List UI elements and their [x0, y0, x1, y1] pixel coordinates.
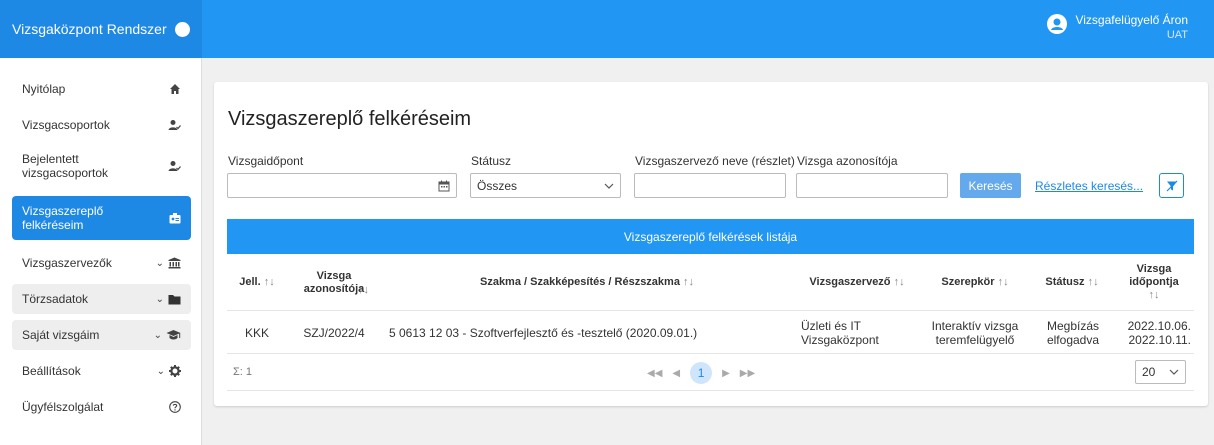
app-title: Vizsgaközpont Rendszer: [12, 21, 167, 37]
folder-icon: [168, 294, 181, 304]
status-filter-value: Összes: [477, 178, 518, 193]
user-menu[interactable]: Vizsgafelügyelő Áron UAT: [1047, 12, 1188, 42]
cell-exam-date: 2022.10.06. 2022.10.11.: [1117, 311, 1191, 354]
user-avatar-icon: [1047, 14, 1068, 34]
filter-clear-icon: [1166, 180, 1177, 191]
sidebar-item-label: Ügyfélszolgálat: [22, 400, 104, 414]
column-header-jell[interactable]: Jell. ↑↓: [227, 254, 287, 311]
id-badge-icon: [169, 213, 181, 224]
status-filter-select[interactable]: Összes: [470, 173, 621, 198]
exam-id-filter-label: Vizsga azonosítója: [797, 154, 898, 168]
exam-id-filter-input[interactable]: [796, 173, 948, 198]
gear-icon: [169, 365, 181, 377]
chevron-down-icon: ⌄: [156, 365, 165, 377]
sort-icon: ↑↓: [893, 276, 905, 288]
sidebar-item-label: Bejelentett vizsgacsoportok: [22, 152, 109, 180]
organizer-filter-input[interactable]: [634, 173, 786, 198]
column-header-role[interactable]: Szerepkör ↑↓: [927, 254, 1023, 311]
user-check-icon: [168, 161, 181, 171]
cell-exam-id: SZJ/2022/4: [303, 325, 365, 340]
detailed-search-link[interactable]: Részletes keresés...: [1035, 179, 1143, 193]
user-check-icon: [168, 120, 181, 130]
sort-icon: ↑↓: [1148, 289, 1160, 301]
page-size-select[interactable]: 20: [1135, 360, 1186, 384]
app-brand[interactable]: Vizsgaközpont Rendszer: [0, 0, 202, 58]
status-dot-icon: [174, 21, 190, 37]
chevron-down-icon: ⌄: [153, 329, 162, 341]
sidebar-item-announced-groups[interactable]: Bejelentett vizsgacsoportok: [12, 146, 191, 186]
home-icon: [170, 84, 180, 94]
first-page-icon[interactable]: ◀◀: [647, 368, 662, 379]
user-name: Vizsgafelügyelő Áron: [1075, 13, 1188, 27]
sidebar-item-label: Saját vizsgáim: [22, 328, 100, 342]
cell-status: Megbízás elfogadva: [1046, 318, 1100, 347]
table-title: Vizsgaszereplő felkérések listája: [623, 229, 798, 244]
table-row[interactable]: KKK SZJ/2022/4 5 0613 12 03 - Szoftverfe…: [227, 311, 1194, 354]
date-to: 2022.10.11.: [1128, 332, 1191, 347]
sidebar-item-my-exams[interactable]: Saját vizsgáim ⌄: [12, 320, 191, 350]
chevron-down-icon: ⌄: [155, 257, 164, 269]
institution-icon: [168, 257, 181, 269]
sidebar-item-exam-groups[interactable]: Vizsgacsoportok: [12, 112, 191, 138]
sidebar-item-home[interactable]: Nyitólap: [12, 76, 191, 102]
sort-icon: ↑↓: [263, 276, 275, 288]
sidebar-item-label: Nyitólap: [22, 82, 66, 96]
organizer-filter-label: Vizsgaszervező neve (részlet): [635, 154, 795, 168]
table-header-row: Jell. ↑↓ Vizsga azonosítója ↑↓ Szakma / S…: [227, 254, 1194, 311]
status-filter-label: Státusz: [471, 154, 512, 168]
column-header-organizer[interactable]: Vizsgaszervező ↑↓: [787, 254, 927, 311]
column-header-exam-id[interactable]: Vizsga azonosítója ↑↓: [289, 254, 379, 311]
sidebar: Nyitólap Vizsgacsoportok Bejelentett viz…: [0, 58, 202, 445]
date-from: 2022.10.06.: [1127, 318, 1191, 333]
cell-profession: 5 0613 12 03 - Szoftverfejlesztő és -tes…: [389, 325, 698, 340]
next-page-icon[interactable]: ▶: [722, 368, 730, 379]
table-title-bar: Vizsgaszereplő felkérések listája: [227, 219, 1194, 254]
sort-icon: ↑↓: [358, 284, 369, 296]
clear-filter-button[interactable]: [1159, 173, 1184, 198]
help-circle-icon: [169, 401, 181, 413]
sidebar-item-label: Vizsgacsoportok: [22, 118, 110, 132]
column-header-profession[interactable]: Szakma / Szakképesítés / Részszakma ↑↓: [387, 254, 787, 311]
page-title: Vizsgaszereplő felkéréseim: [228, 108, 472, 130]
graduation-cap-icon: [166, 330, 181, 340]
sort-icon: ↑↓: [1087, 276, 1099, 288]
sidebar-item-label: Beállítások: [22, 364, 81, 378]
sidebar-item-support[interactable]: Ügyfélszolgálat: [12, 394, 191, 420]
environment-badge: UAT: [1166, 29, 1188, 41]
table-footer: Σ: 1 ◀◀ ◀ 1 ▶ ▶▶ 20: [227, 354, 1194, 391]
chevron-down-icon: [604, 183, 614, 189]
sidebar-item-organizers[interactable]: Vizsgaszervezők ⌄: [12, 250, 191, 276]
cell-jell: KKK: [244, 325, 269, 340]
sidebar-item-master-data[interactable]: Törzsadatok ⌄: [12, 284, 191, 314]
top-bar: Vizsgaközpont Rendszer Vizsgafelügyelő Á…: [0, 0, 1214, 58]
prev-page-icon[interactable]: ◀: [672, 368, 680, 379]
sidebar-item-my-requests[interactable]: Vizsgaszereplő felkéréseim: [12, 196, 191, 240]
sort-icon: ↑↓: [683, 276, 695, 288]
column-header-status[interactable]: Státusz ↑↓: [1027, 254, 1117, 311]
page-size-value: 20: [1142, 365, 1156, 379]
search-button[interactable]: Keresés: [960, 173, 1021, 198]
row-count: Σ: 1: [233, 366, 253, 378]
cell-organizer: Üzleti és IT Vizsgaközpont: [801, 318, 879, 347]
page-number-button[interactable]: 1: [690, 362, 713, 384]
date-filter-label: Vizsgaidőpont: [228, 154, 304, 168]
chevron-down-icon: ⌄: [155, 293, 164, 305]
pagination: ◀◀ ◀ 1 ▶ ▶▶: [647, 362, 755, 384]
cell-role: Interaktív vizsga teremfelügyelő: [931, 318, 1019, 347]
sort-icon: ↑↓: [997, 276, 1009, 288]
date-filter-input[interactable]: [227, 173, 457, 198]
sidebar-item-settings[interactable]: Beállítások ⌄: [12, 358, 191, 384]
sidebar-item-label: Törzsadatok: [22, 292, 89, 306]
main-card: Vizsgaszereplő felkéréseim Vizsgaidőpont…: [214, 82, 1208, 406]
sidebar-item-label: Vizsgaszereplő felkéréseim: [22, 204, 104, 232]
calendar-icon[interactable]: [438, 180, 450, 192]
sidebar-item-label: Vizsgaszervezők: [22, 256, 112, 270]
chevron-down-icon: [1169, 369, 1179, 375]
last-page-icon[interactable]: ▶▶: [740, 368, 755, 379]
column-header-exam-date[interactable]: Vizsga időpontja ↑↓: [1117, 254, 1191, 311]
